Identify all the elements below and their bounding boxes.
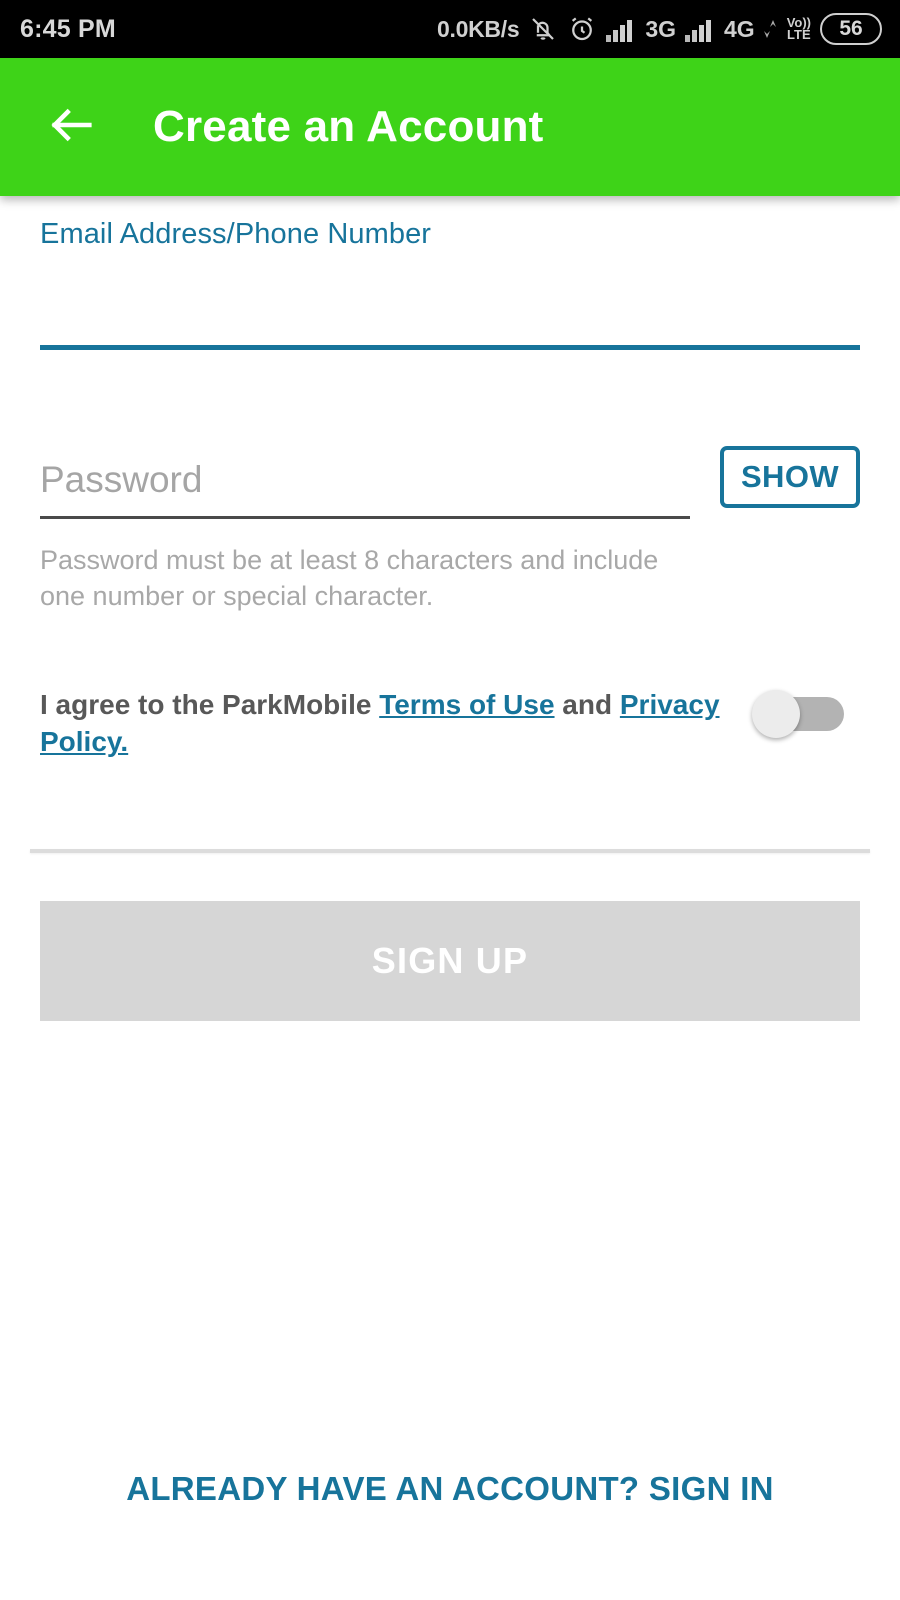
back-button[interactable] bbox=[44, 99, 100, 155]
back-arrow-icon bbox=[46, 99, 98, 156]
status-bar-icons: 0.0KB/s 3G 4G Vo)) LTE 56 bbox=[437, 13, 882, 45]
volte-bottom-label: LTE bbox=[787, 27, 811, 42]
toggle-thumb bbox=[752, 690, 800, 739]
signal-bars-4g-icon bbox=[685, 16, 717, 42]
page-title: Create an Account bbox=[153, 102, 544, 151]
password-field-group: SHOW bbox=[40, 444, 860, 519]
data-transfer-arrows-icon bbox=[763, 18, 778, 40]
battery-icon: 56 bbox=[820, 13, 882, 45]
terms-agreement-text: I agree to the ParkMobile Terms of Use a… bbox=[40, 686, 730, 760]
signal-bars-3g-icon bbox=[606, 16, 638, 42]
password-helper-text: Password must be at least 8 characters a… bbox=[40, 545, 659, 611]
terms-agreement-row: I agree to the ParkMobile Terms of Use a… bbox=[40, 686, 860, 760]
email-field-underline bbox=[40, 345, 860, 350]
show-password-button[interactable]: SHOW bbox=[719, 446, 860, 508]
password-field-underline bbox=[40, 516, 690, 519]
alarm-clock-icon bbox=[567, 14, 597, 44]
bell-muted-icon bbox=[528, 14, 558, 44]
terms-of-use-link[interactable]: Terms of Use bbox=[379, 689, 554, 720]
network-speed-label: 0.0KB/s bbox=[437, 15, 520, 42]
password-input[interactable] bbox=[40, 444, 690, 516]
terms-middle-label: and bbox=[554, 689, 620, 721]
network-type-4g-label: 4G bbox=[724, 15, 755, 42]
terms-agreement-toggle[interactable] bbox=[752, 690, 844, 739]
battery-level-label: 56 bbox=[839, 17, 863, 40]
sign-up-button[interactable]: SIGN UP bbox=[40, 900, 860, 1021]
app-bar: Create an Account bbox=[0, 58, 900, 196]
section-divider bbox=[30, 848, 870, 853]
password-input-column bbox=[40, 444, 690, 519]
email-field-group: Email Address/Phone Number bbox=[40, 196, 860, 350]
status-bar: 6:45 PM 0.0KB/s 3G 4G Vo)) LTE 56 bbox=[0, 0, 900, 58]
email-field-label: Email Address/Phone Number bbox=[40, 218, 432, 250]
network-type-3g-label: 3G bbox=[645, 15, 676, 42]
status-bar-clock: 6:45 PM bbox=[20, 14, 116, 43]
sign-in-link[interactable]: ALREADY HAVE AN ACCOUNT? SIGN IN bbox=[0, 1470, 900, 1508]
volte-icon: Vo)) LTE bbox=[787, 16, 811, 42]
terms-prefix-label: I agree to the ParkMobile bbox=[40, 689, 380, 721]
email-input[interactable] bbox=[40, 255, 860, 345]
signup-form: Email Address/Phone Number SHOW Password… bbox=[0, 196, 900, 1021]
